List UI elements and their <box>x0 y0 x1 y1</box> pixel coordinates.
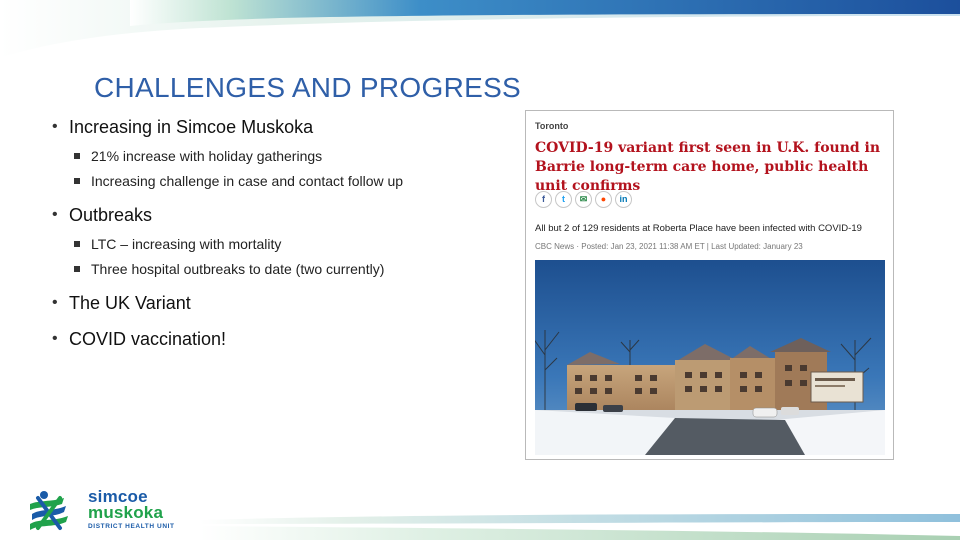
bullet-list: • Increasing in Simcoe Muskoka 21% incre… <box>52 116 522 359</box>
social-share-bar: f t ✉ ● in <box>535 191 632 208</box>
article-summary: All but 2 of 129 residents at Roberta Pl… <box>535 223 862 234</box>
sub-bullet-item: 21% increase with holiday gatherings <box>52 147 522 165</box>
article-section-label: Toronto <box>535 121 569 131</box>
twitter-icon: t <box>555 191 572 208</box>
email-icon: ✉ <box>575 191 592 208</box>
bullet-text: COVID vaccination! <box>69 329 227 349</box>
news-article-screenshot: Toronto COVID-19 variant first seen in U… <box>525 110 894 460</box>
logo-word-muskoka: muskoka <box>88 503 164 522</box>
bullet-item: • Increasing in Simcoe Muskoka <box>52 116 522 138</box>
bullet-icon: • <box>52 294 58 311</box>
top-decorative-band <box>0 0 960 58</box>
bullet-text: Increasing in Simcoe Muskoka <box>69 117 314 137</box>
article-byline: CBC News · Posted: Jan 23, 2021 11:38 AM… <box>535 242 803 251</box>
care-home-photo <box>535 260 885 455</box>
square-bullet-icon <box>74 241 80 247</box>
bullet-item: • The UK Variant <box>52 292 522 314</box>
sub-bullet-text: LTC – increasing with mortality <box>91 236 282 252</box>
linkedin-icon: in <box>615 191 632 208</box>
square-bullet-icon <box>74 266 80 272</box>
sub-bullet-item: Three hospital outbreaks to date (two cu… <box>52 260 522 278</box>
sub-bullet-text: Three hospital outbreaks to date (two cu… <box>91 261 385 277</box>
bullet-text: The UK Variant <box>69 293 191 313</box>
sub-bullet-text: 21% increase with holiday gatherings <box>91 148 323 164</box>
sub-bullet-item: LTC – increasing with mortality <box>52 235 522 253</box>
reddit-icon: ● <box>595 191 612 208</box>
sub-bullet-item: Increasing challenge in case and contact… <box>52 172 522 190</box>
bullet-icon: • <box>52 206 58 223</box>
health-unit-logo-text: simcoe muskoka DISTRICT HEALTH UNIT <box>88 488 175 530</box>
bullet-item: • COVID vaccination! <box>52 328 522 350</box>
logo-tagline: DISTRICT HEALTH UNIT <box>88 523 175 530</box>
bullet-text: Outbreaks <box>69 205 153 225</box>
bullet-item: • Outbreaks <box>52 204 522 226</box>
facebook-icon: f <box>535 191 552 208</box>
slide-title: CHALLENGES AND PROGRESS <box>94 72 522 103</box>
bullet-icon: • <box>52 330 58 347</box>
bullet-icon: • <box>52 118 58 135</box>
article-headline: COVID-19 variant first seen in U.K. foun… <box>535 140 881 194</box>
square-bullet-icon <box>74 153 80 159</box>
square-bullet-icon <box>74 178 80 184</box>
sub-bullet-text: Increasing challenge in case and contact… <box>91 173 404 189</box>
